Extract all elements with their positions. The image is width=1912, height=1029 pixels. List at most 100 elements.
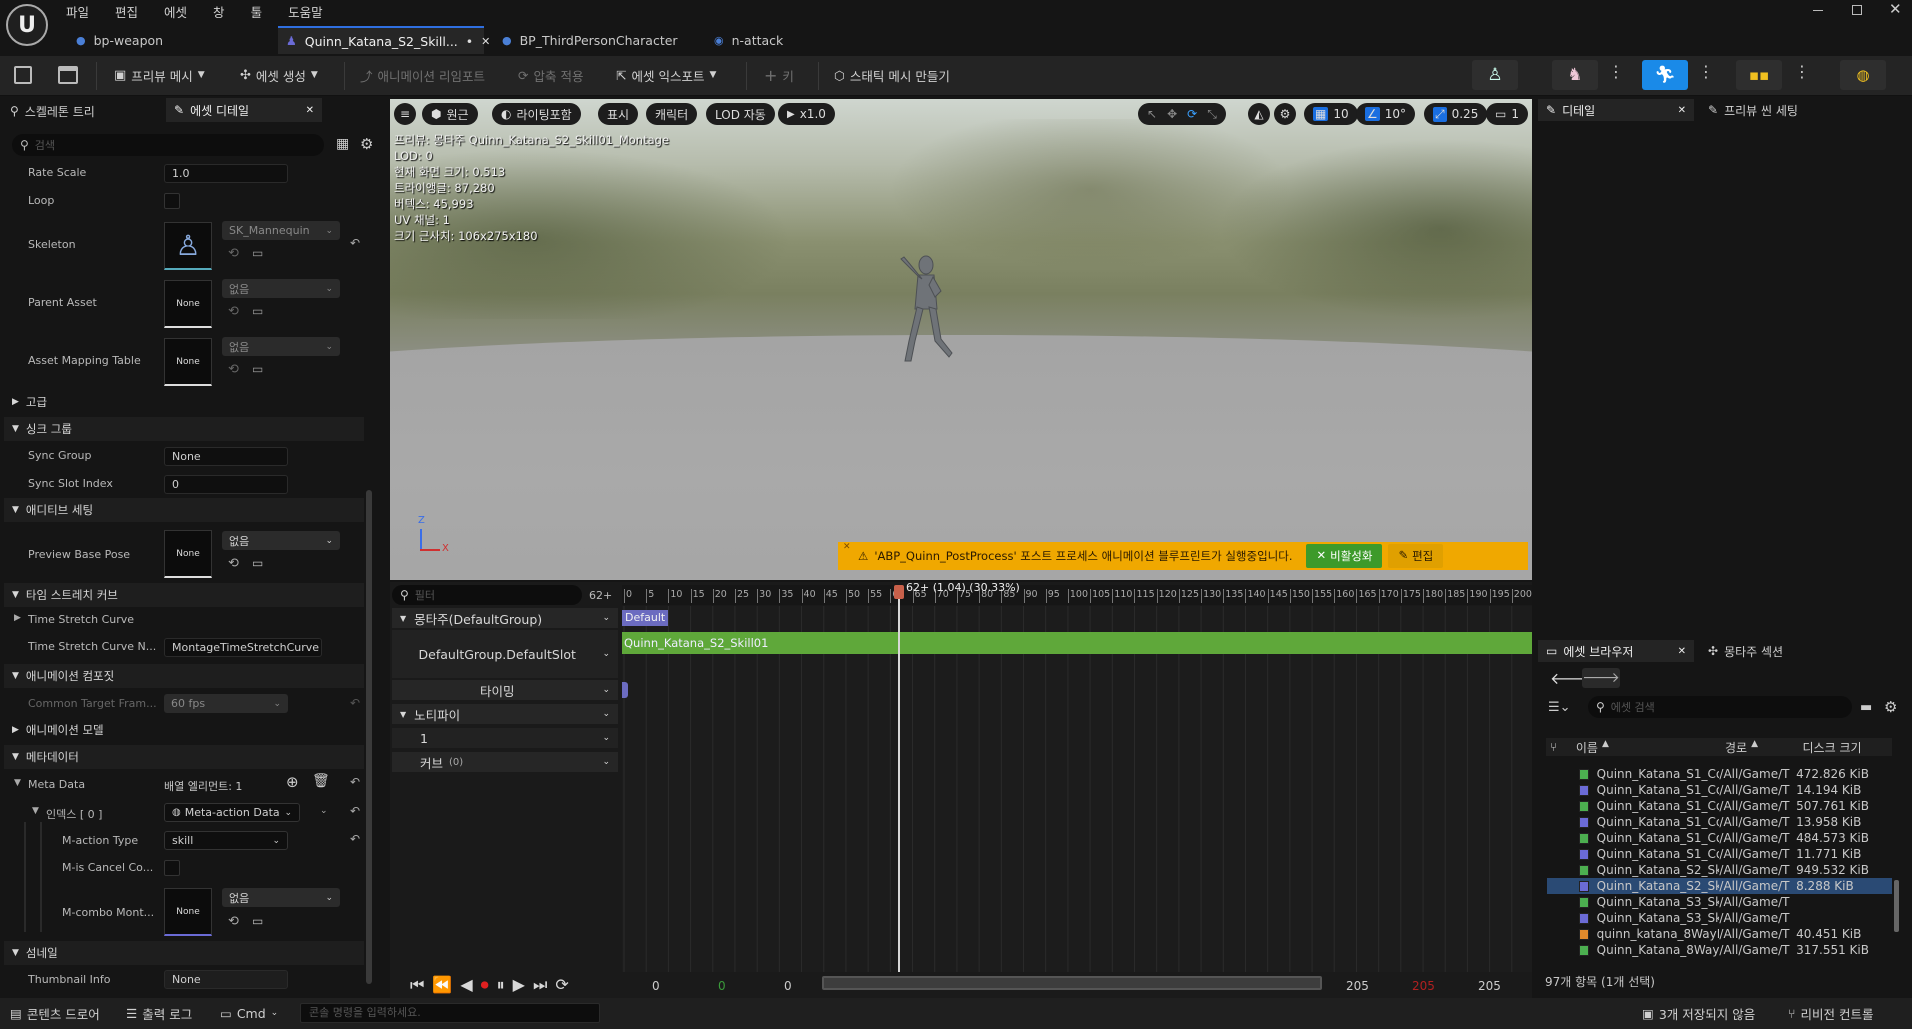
menu-window[interactable]: 창 <box>199 2 237 21</box>
range-scrollbar[interactable] <box>822 976 1322 990</box>
thumbnail-info-field[interactable]: None <box>164 970 288 989</box>
chevron-down-icon[interactable]: ⌄ <box>320 806 328 816</box>
maximize-icon[interactable] <box>1852 5 1862 15</box>
common-target-frame-dropdown[interactable]: 60 fps ⌄ <box>164 694 288 713</box>
range-start-field[interactable]: 0 <box>652 979 660 993</box>
tab-close-icon[interactable]: ✕ <box>1678 105 1686 116</box>
preview-mesh-button[interactable]: ▣ 프리뷰 메시 ▼ <box>108 62 211 88</box>
browse-folder-icon[interactable]: ▭ <box>252 304 263 318</box>
revision-control-button[interactable]: ⑂ 리비전 컨트롤 <box>1782 1000 1880 1026</box>
track-montage[interactable]: ▼ 몽타주(DefaultGroup) ⌄ <box>392 608 618 628</box>
track-area[interactable] <box>622 606 1532 972</box>
asset-row[interactable]: Quinn_Katana_S2_Ski/All/Game/T 8.288 KiB <box>1547 878 1892 894</box>
use-selected-icon[interactable]: ⟲ <box>228 914 239 929</box>
timing-marker[interactable] <box>622 682 628 698</box>
track-default-slot[interactable]: DefaultGroup.DefaultSlot ⌄ <box>392 630 618 678</box>
tab-close-icon[interactable]: ✕ <box>481 35 490 48</box>
delete-icon[interactable]: 🗑︎ <box>312 773 330 789</box>
sync-group-field[interactable]: None <box>164 447 288 466</box>
mesh-mode-button[interactable]: ♞ <box>1552 60 1598 90</box>
m-combo-thumbnail[interactable]: None <box>164 888 212 936</box>
use-selected-icon[interactable]: ⟲ <box>228 304 239 319</box>
filter-icon[interactable]: ☰⌄ <box>1548 700 1571 715</box>
tab-montage[interactable]: ♟ Quinn_Katana_S2_Skill... • ✕ <box>278 26 490 54</box>
tab-skeleton-tree[interactable]: ⚲ 스켈레톤 트리 <box>4 100 164 122</box>
animation-mode-button[interactable]: 🏃︎ <box>1642 60 1688 90</box>
chevron-down-icon[interactable]: ▼ <box>14 778 21 788</box>
play-reverse-icon[interactable]: ◀ <box>460 975 472 995</box>
section-default[interactable]: Default <box>622 610 668 626</box>
skeleton-dropdown[interactable]: SK_Mannequin ⌄ <box>222 221 340 240</box>
make-static-mesh-button[interactable]: ⬡ 스태틱 메시 만들기 <box>828 62 956 88</box>
move-icon[interactable]: ✥ <box>1167 107 1177 121</box>
chevron-right-icon[interactable]: ▶ <box>14 613 21 623</box>
tab-details[interactable]: ✎ 디테일 ✕ <box>1538 99 1694 121</box>
timeline-filter[interactable]: ⚲ 필터 <box>392 585 582 605</box>
local-space-button[interactable]: ◭ <box>1248 103 1270 125</box>
col-size[interactable]: 디스크 크기 <box>1803 739 1892 756</box>
menu-edit[interactable]: 편집 <box>101 2 150 21</box>
browse-folder-icon[interactable]: ▭ <box>252 246 263 260</box>
scale-snap-button[interactable]: ⤢ 0.25 <box>1424 103 1488 125</box>
range-end-field[interactable]: 205 <box>1346 979 1369 993</box>
folder-icon[interactable]: ▬ <box>1860 700 1872 715</box>
use-selected-icon[interactable]: ⟲ <box>228 246 239 261</box>
rotate-icon[interactable]: ⟳ <box>1187 107 1197 121</box>
col-name[interactable]: 이름 ▲ <box>1576 739 1725 756</box>
section-time-stretch[interactable]: ▼ 타임 스트레치 커브 <box>4 583 364 607</box>
menu-asset[interactable]: 에셋 <box>150 2 199 21</box>
section-thumbnail[interactable]: ▼ 섬네일 <box>4 941 364 965</box>
use-selected-icon[interactable]: ⟲ <box>228 556 239 571</box>
edit-button[interactable]: ✎ 편집 <box>1388 544 1444 568</box>
reset-arrow-icon[interactable]: ↶ <box>350 696 360 710</box>
apply-compression-button[interactable]: ⟳ 압축 적용 <box>512 62 589 88</box>
browse-folder-icon[interactable]: ▭ <box>252 556 263 570</box>
menu-file[interactable]: 파일 <box>66 2 101 21</box>
m-is-cancel-checkbox[interactable] <box>164 860 180 876</box>
add-element-icon[interactable]: ⊕ <box>286 773 299 791</box>
close-warning-icon[interactable]: ✕ <box>843 542 851 552</box>
asset-row[interactable]: Quinn_Katana_S1_Co/All/Game/T 14.194 KiB <box>1547 782 1892 798</box>
playback-speed-button[interactable]: ▶ x1.0 <box>778 103 835 125</box>
asset-row[interactable]: Quinn_Katana_S1_Co/All/Game/T 11.771 KiB <box>1547 846 1892 862</box>
settings-gear-icon[interactable]: ⚙ <box>1884 698 1897 716</box>
details-scrollbar[interactable] <box>366 490 372 984</box>
mode-options-icon[interactable]: ⋮ <box>1608 62 1624 81</box>
loop-checkbox[interactable] <box>164 193 180 209</box>
pause-icon[interactable]: ⏸ <box>497 975 505 995</box>
reset-arrow-icon[interactable]: ↶ <box>350 832 360 846</box>
section-metadata[interactable]: ▼ 메타데이터 <box>4 745 364 769</box>
export-asset-button[interactable]: ⇱ 에셋 익스포트 ▼ <box>610 62 722 88</box>
sync-slot-field[interactable]: 0 <box>164 475 288 494</box>
parent-asset-dropdown[interactable]: 없음 ⌄ <box>222 279 340 298</box>
tab-n-attack[interactable]: ◉ n-attack <box>706 28 886 52</box>
asset-row[interactable]: Quinn_Katana_S1_Co/All/Game/T 484.573 KiB <box>1547 830 1892 846</box>
browse-folder-icon[interactable]: ▭ <box>252 362 263 376</box>
add-key-button[interactable]: + 키 <box>758 62 800 88</box>
range-start-field-3[interactable]: 0 <box>784 979 792 993</box>
create-asset-button[interactable]: ✣ 에셋 생성 ▼ <box>234 62 324 88</box>
menu-tools[interactable]: 툴 <box>237 2 275 21</box>
asset-row[interactable]: Quinn_Katana_S3_Ski/All/Game/T <box>1547 910 1892 926</box>
range-end-field-2[interactable]: 205 <box>1412 979 1435 993</box>
reset-arrow-icon[interactable]: ↶ <box>350 775 360 789</box>
track-curve[interactable]: 커브 (0) ⌄ <box>392 752 618 772</box>
mode-options-icon[interactable]: ⋮ <box>1794 62 1810 81</box>
section-compression[interactable]: ▼ 애니메이션 컴포짓 <box>4 664 364 688</box>
use-selected-icon[interactable]: ⟲ <box>228 362 239 377</box>
physics-mode-button[interactable]: ◍ <box>1840 60 1886 90</box>
preview-base-dropdown[interactable]: 없음 ⌄ <box>222 531 340 550</box>
asset-row[interactable]: Quinn_Katana_S2_Ski/All/Game/T 949.532 Ki… <box>1547 862 1892 878</box>
skeleton-thumbnail[interactable]: ♙ <box>164 222 212 270</box>
col-path[interactable]: 경로 ▲ <box>1725 739 1803 756</box>
tab-preview-scene[interactable]: ✎ 프리뷰 씬 세팅 <box>1700 99 1890 121</box>
browse-icon[interactable] <box>58 66 78 84</box>
asset-scrollbar[interactable] <box>1894 880 1899 932</box>
tab-asset-details[interactable]: ✎ 에셋 디테일 ✕ <box>166 98 322 122</box>
tab-close-icon[interactable]: ✕ <box>306 105 314 116</box>
index-struct-dropdown[interactable]: ◍ Meta-action Data ⌄ <box>164 803 300 822</box>
montage-segment[interactable]: Quinn_Katana_S2_Skill01 <box>622 632 1532 654</box>
character-button[interactable]: 캐릭터 <box>646 103 698 125</box>
asset-mapping-thumbnail[interactable]: None <box>164 338 212 386</box>
browse-folder-icon[interactable]: ▭ <box>252 914 263 928</box>
